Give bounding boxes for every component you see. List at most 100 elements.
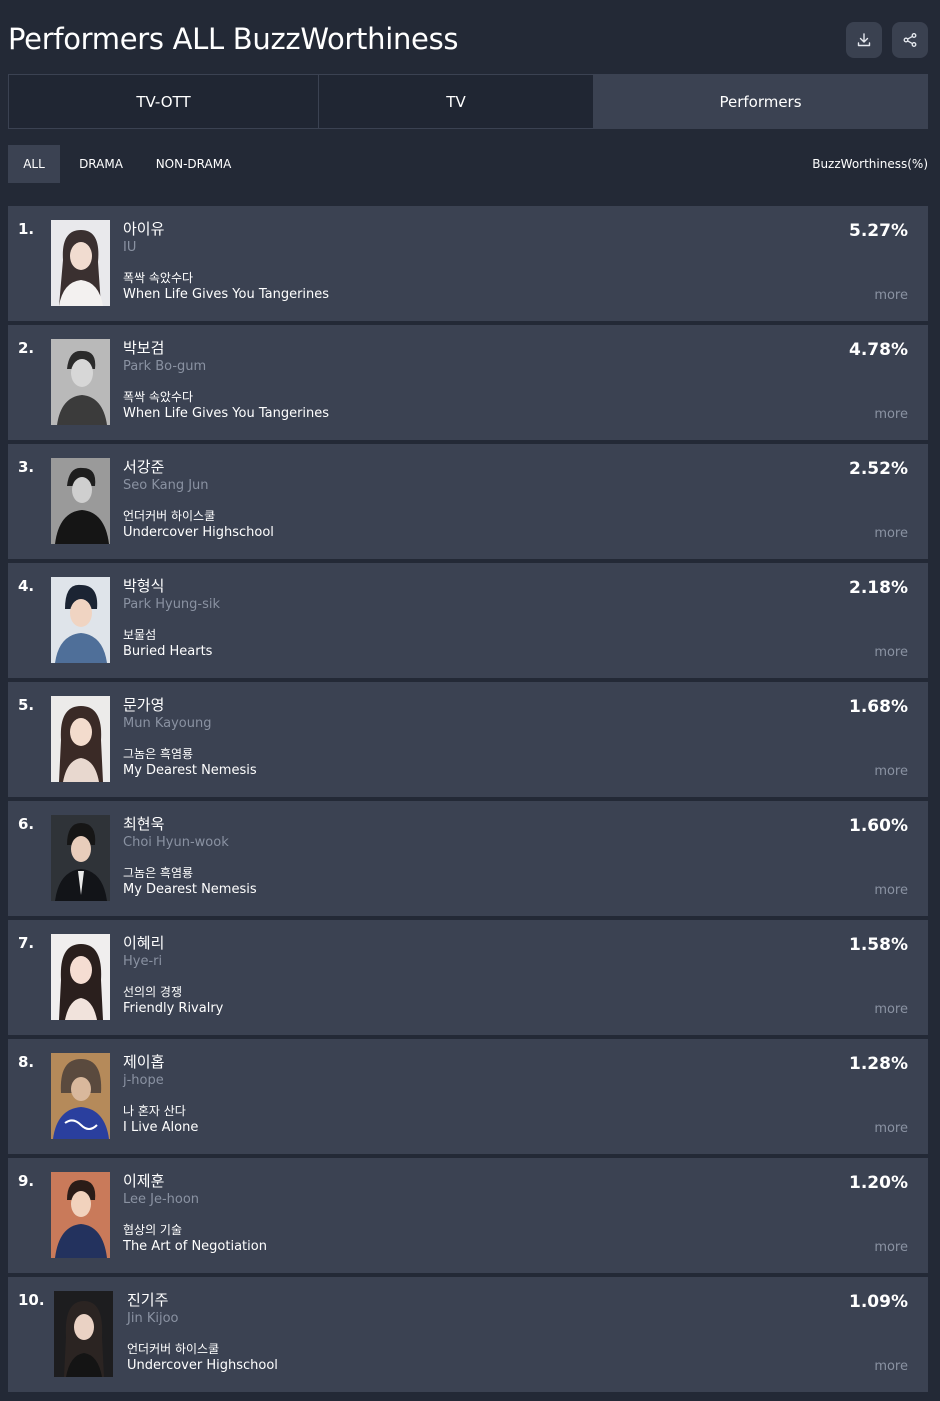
rank-number: 5. <box>18 696 35 714</box>
performer-name-english: Hye-ri <box>123 954 163 969</box>
page-title: Performers ALL BuzzWorthiness <box>8 22 459 56</box>
buzz-percent: 1.09% <box>849 1292 908 1312</box>
more-link[interactable]: more <box>874 526 908 541</box>
performer-name-korean: 박보검 <box>123 339 165 357</box>
rank-number: 1. <box>18 220 35 238</box>
show-title-english: Undercover Highschool <box>123 525 274 540</box>
metric-label: BuzzWorthiness(%) <box>812 157 928 171</box>
buzz-percent: 1.60% <box>849 816 908 836</box>
ranking-row[interactable]: 3. 서강준 Seo Kang Jun 언더커버 하이스쿨 Undercover… <box>8 444 928 559</box>
ranking-list: 1. 아이유 IU 폭싹 속았수다 When Life Gives You Ta… <box>8 206 928 1396</box>
more-link[interactable]: more <box>874 1240 908 1255</box>
tab-tv[interactable]: TV <box>319 75 594 128</box>
performer-name-english: Park Hyung-sik <box>123 597 221 612</box>
show-title-korean: 협상의 기술 <box>123 1223 183 1237</box>
more-link[interactable]: more <box>874 407 908 422</box>
performer-name-english: Mun Kayoung <box>123 716 212 731</box>
show-title-korean: 언더커버 하이스쿨 <box>123 509 216 523</box>
more-link[interactable]: more <box>874 764 908 779</box>
performer-photo <box>51 1172 110 1258</box>
share-button[interactable] <box>892 22 928 58</box>
ranking-row[interactable]: 10. 진기주 Jin Kijoo 언더커버 하이스쿨 Undercover H… <box>8 1277 928 1392</box>
performer-name-korean: 서강준 <box>123 458 165 476</box>
buzz-percent: 5.27% <box>849 221 908 241</box>
rank-number: 3. <box>18 458 35 476</box>
tab-tv-ott[interactable]: TV-OTT <box>9 75 319 128</box>
more-link[interactable]: more <box>874 1121 908 1136</box>
tab-performers[interactable]: Performers <box>594 75 927 128</box>
rank-number: 4. <box>18 577 35 595</box>
download-button[interactable] <box>846 22 882 58</box>
show-title-korean: 폭싹 속았수다 <box>123 390 194 404</box>
show-title-english: When Life Gives You Tangerines <box>123 406 330 421</box>
more-link[interactable]: more <box>874 288 908 303</box>
filter-all[interactable]: ALL <box>8 145 60 183</box>
ranking-row[interactable]: 7. 이혜리 Hye-ri 선의의 경쟁 Friendly Rivalry 1.… <box>8 920 928 1035</box>
show-title-english: Friendly Rivalry <box>123 1001 224 1016</box>
rank-number: 2. <box>18 339 35 357</box>
performer-name-english: Park Bo-gum <box>123 359 207 374</box>
performer-name-english: Jin Kijoo <box>127 1311 179 1326</box>
performer-photo <box>54 1291 113 1377</box>
rank-number: 9. <box>18 1172 35 1190</box>
show-title-korean: 보물섬 <box>123 628 157 642</box>
performer-name-english: j-hope <box>123 1073 164 1088</box>
performer-photo <box>51 815 110 901</box>
performer-photo <box>51 577 110 663</box>
performer-name-korean: 문가영 <box>123 696 165 714</box>
ranking-row[interactable]: 6. 최현욱 Choi Hyun-wook 그놈은 흑염룡 My Dearest… <box>8 801 928 916</box>
buzz-percent: 1.20% <box>849 1173 908 1193</box>
performer-photo <box>51 1053 110 1139</box>
ranking-row[interactable]: 5. 문가영 Mun Kayoung 그놈은 흑염룡 My Dearest Ne… <box>8 682 928 797</box>
performer-photo <box>51 339 110 425</box>
ranking-row[interactable]: 2. 박보검 Park Bo-gum 폭싹 속았수다 When Life Giv… <box>8 325 928 440</box>
ranking-row[interactable]: 4. 박형식 Park Hyung-sik 보물섬 Buried Hearts … <box>8 563 928 678</box>
performer-photo <box>51 220 110 306</box>
show-title-korean: 선의의 경쟁 <box>123 985 183 999</box>
performer-name-korean: 아이유 <box>123 220 165 238</box>
performer-name-korean: 제이홉 <box>123 1053 165 1071</box>
buzz-percent: 2.18% <box>849 578 908 598</box>
rank-number: 10. <box>18 1291 45 1309</box>
show-title-english: When Life Gives You Tangerines <box>123 287 330 302</box>
show-title-english: My Dearest Nemesis <box>123 763 257 778</box>
show-title-korean: 그놈은 흑염룡 <box>123 866 194 880</box>
show-title-korean: 그놈은 흑염룡 <box>123 747 194 761</box>
buzz-percent: 2.52% <box>849 459 908 479</box>
header: Performers ALL BuzzWorthiness <box>8 0 932 74</box>
filter-non-drama[interactable]: NON-DRAMA <box>148 145 239 183</box>
show-title-korean: 나 혼자 산다 <box>123 1104 186 1118</box>
category-tabs: TV-OTT TV Performers <box>8 74 928 129</box>
rank-number: 7. <box>18 934 35 952</box>
performer-name-english: Choi Hyun-wook <box>123 835 229 850</box>
rank-number: 8. <box>18 1053 35 1071</box>
performer-name-korean: 최현욱 <box>123 815 165 833</box>
more-link[interactable]: more <box>874 1359 908 1374</box>
show-title-english: I Live Alone <box>123 1120 199 1135</box>
ranking-row[interactable]: 1. 아이유 IU 폭싹 속았수다 When Life Gives You Ta… <box>8 206 928 321</box>
share-icon <box>903 33 917 47</box>
rank-number: 6. <box>18 815 35 833</box>
more-link[interactable]: more <box>874 883 908 898</box>
buzz-percent: 1.58% <box>849 935 908 955</box>
buzz-percent: 4.78% <box>849 340 908 360</box>
show-title-korean: 언더커버 하이스쿨 <box>127 1342 220 1356</box>
buzz-percent: 1.28% <box>849 1054 908 1074</box>
ranking-row[interactable]: 9. 이제훈 Lee Je-hoon 협상의 기술 The Art of Neg… <box>8 1158 928 1273</box>
performer-photo <box>51 458 110 544</box>
show-title-korean: 폭싹 속았수다 <box>123 271 194 285</box>
performer-name-korean: 박형식 <box>123 577 165 595</box>
show-title-english: Buried Hearts <box>123 644 213 659</box>
more-link[interactable]: more <box>874 1002 908 1017</box>
performer-photo <box>51 696 110 782</box>
performer-name-english: Lee Je-hoon <box>123 1192 200 1207</box>
show-title-english: The Art of Negotiation <box>123 1239 267 1254</box>
more-link[interactable]: more <box>874 645 908 660</box>
performer-name-english: Seo Kang Jun <box>123 478 209 493</box>
filter-drama[interactable]: DRAMA <box>68 145 134 183</box>
download-icon <box>857 33 871 47</box>
filter-bar: ALL DRAMA NON-DRAMA BuzzWorthiness(%) <box>8 145 928 183</box>
show-title-english: My Dearest Nemesis <box>123 882 257 897</box>
performer-photo <box>51 934 110 1020</box>
ranking-row[interactable]: 8. 제이홉 j-hope 나 혼자 산다 I Live Alone 1.28%… <box>8 1039 928 1154</box>
